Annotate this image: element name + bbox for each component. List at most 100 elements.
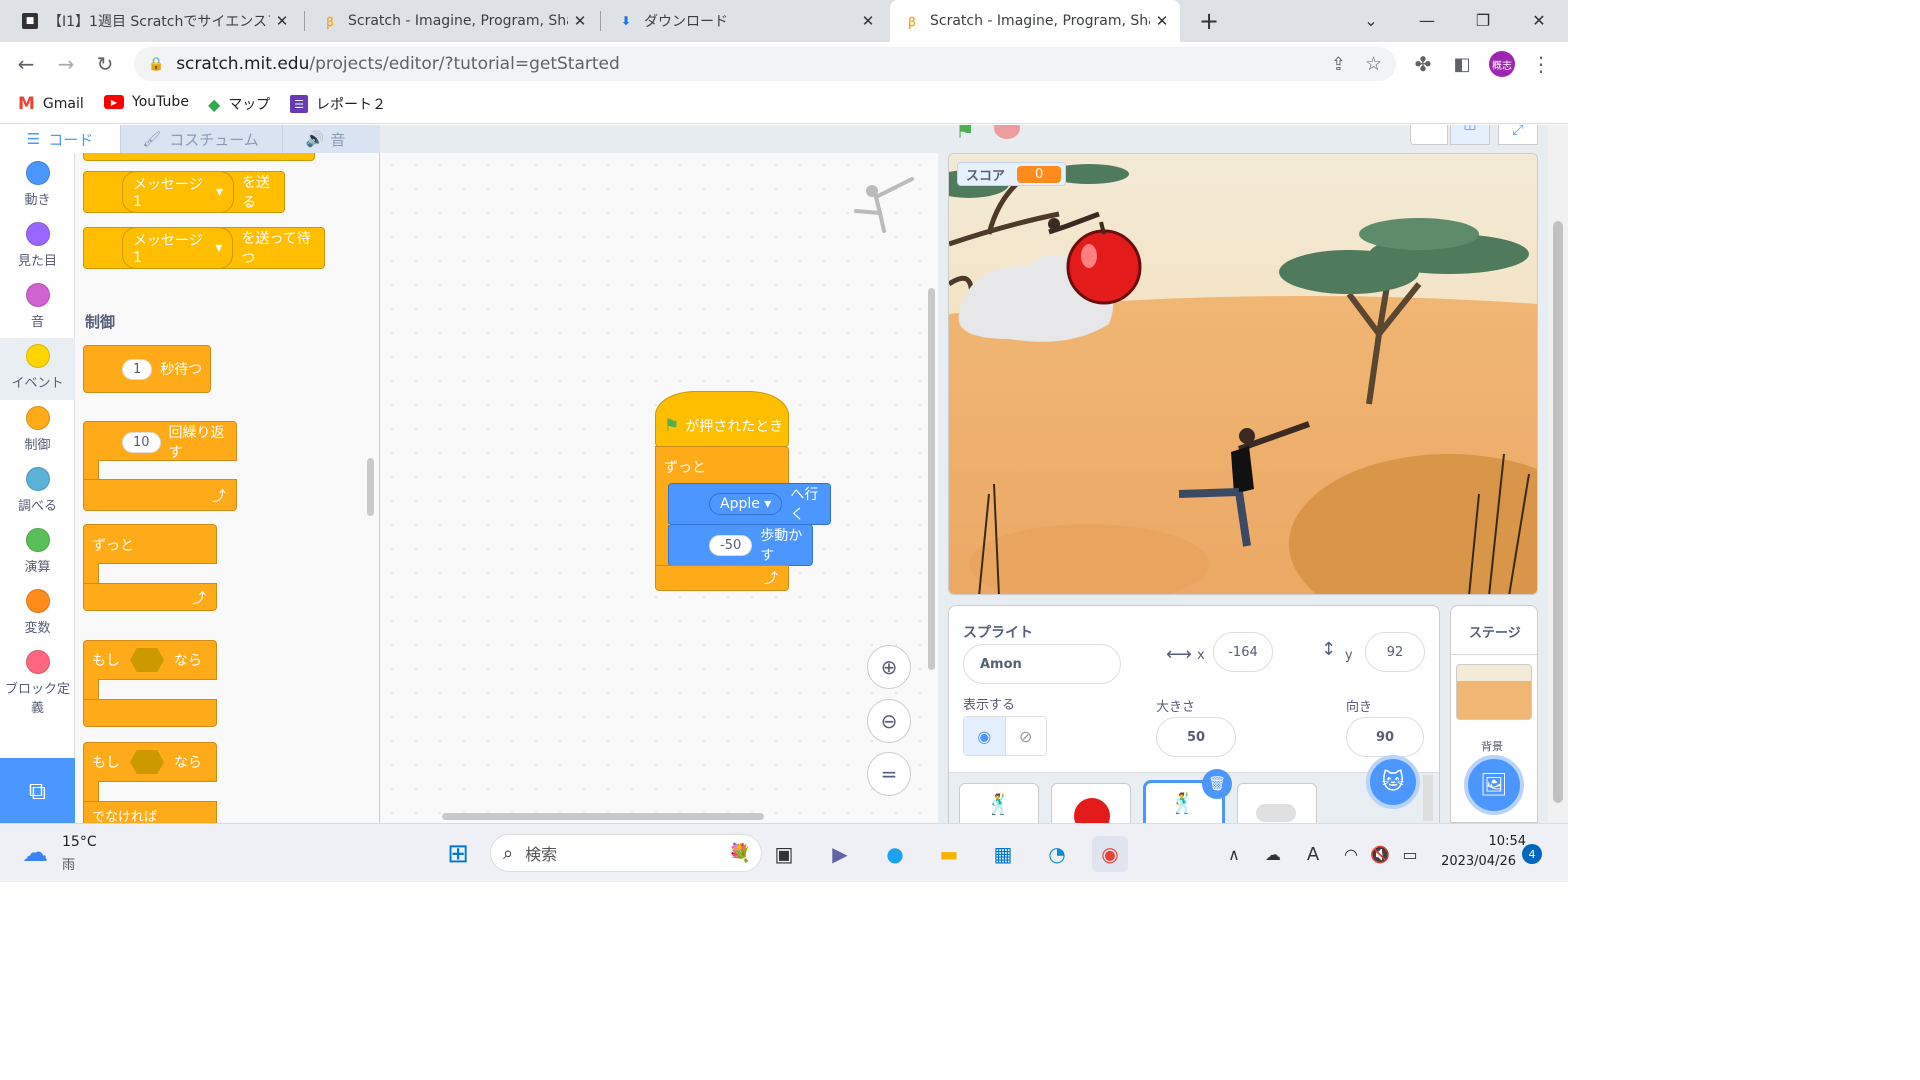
category-looks[interactable]: 見た目: [0, 222, 75, 269]
sprite-list-scrollbar[interactable]: [1423, 775, 1433, 821]
move-steps-input[interactable]: -50: [709, 534, 753, 556]
profile-avatar[interactable]: 概志: [1489, 51, 1515, 77]
tab-code[interactable]: ☰ コード: [0, 125, 120, 153]
file-explorer-icon[interactable]: ▬: [931, 836, 967, 872]
category-variables[interactable]: 変数: [0, 589, 75, 636]
score-monitor[interactable]: スコア 0: [957, 162, 1067, 186]
sprite-thumb-apple[interactable]: [1051, 783, 1131, 823]
close-tab-icon[interactable]: ✕: [568, 12, 592, 30]
x-position-input[interactable]: -164: [1213, 632, 1273, 672]
zoom-in-button[interactable]: ⊕: [867, 645, 911, 689]
bookmark-star-icon[interactable]: ☆: [1365, 53, 1382, 75]
browser-tab-2[interactable]: ꞵ Scratch - Imagine, Program, Shar ✕: [308, 0, 598, 42]
close-window-icon[interactable]: ✕: [1511, 0, 1567, 40]
add-extension-button[interactable]: ⧉: [0, 758, 75, 823]
wait-input[interactable]: 1: [122, 358, 153, 380]
small-stage-button[interactable]: [1410, 125, 1448, 145]
forward-icon[interactable]: →: [50, 48, 82, 80]
stop-button[interactable]: [994, 125, 1020, 139]
browser-tab-4-active[interactable]: ꞵ Scratch - Imagine, Program, Shar ✕: [890, 0, 1180, 42]
repeat-input[interactable]: 10: [122, 431, 161, 453]
block-repeat[interactable]: 10 回繰り返す: [83, 421, 237, 461]
large-stage-button[interactable]: ◫: [1450, 125, 1490, 145]
category-events[interactable]: イベント: [0, 338, 75, 400]
teams-icon[interactable]: ▶: [822, 836, 858, 872]
close-tab-icon[interactable]: ✕: [270, 12, 294, 30]
direction-input[interactable]: 90: [1346, 717, 1424, 757]
ms-store-icon[interactable]: ▦: [985, 836, 1021, 872]
weather-icon[interactable]: ☁: [22, 838, 48, 868]
goto-target-dropdown[interactable]: Apple ▾: [709, 493, 783, 515]
backdrop-thumbnail[interactable]: [1456, 664, 1532, 720]
stage-canvas[interactable]: スコア 0: [948, 153, 1538, 595]
tab-sounds[interactable]: 🔊 音: [282, 125, 368, 153]
reload-icon[interactable]: ↻: [89, 48, 121, 80]
tray-overflow-icon[interactable]: ∧: [1216, 836, 1252, 872]
ime-icon[interactable]: A: [1295, 836, 1331, 872]
address-bar[interactable]: 🔒 scratch.mit.edu/projects/editor/?tutor…: [134, 47, 1396, 81]
condition-slot[interactable]: [130, 648, 164, 672]
fullscreen-button[interactable]: ⤢: [1498, 125, 1538, 145]
script-workspace[interactable]: ⚑ が押されたとき ずっと Apple ▾ へ行く -50 歩動かす ⤴ ⊕ ⊖…: [380, 153, 938, 823]
chrome-icon[interactable]: ◉: [1092, 836, 1128, 872]
close-tab-icon[interactable]: ✕: [1150, 12, 1174, 30]
minimize-icon[interactable]: —: [1399, 0, 1455, 40]
block-broadcast[interactable]: メッセージ1 ▾ を送る: [83, 171, 285, 213]
new-tab-button[interactable]: +: [1193, 5, 1225, 37]
category-operators[interactable]: 演算: [0, 528, 75, 575]
restore-icon[interactable]: ❐: [1455, 0, 1511, 40]
size-input[interactable]: 50: [1156, 717, 1236, 757]
tab-costumes[interactable]: 🖌 コスチューム: [120, 125, 280, 153]
sprite-name-input[interactable]: Amon: [963, 644, 1121, 684]
taskbar-search[interactable]: ⌕ 検索 💐: [490, 834, 762, 872]
message-dropdown[interactable]: メッセージ1 ▾: [122, 227, 234, 269]
battery-icon[interactable]: ▭: [1392, 836, 1428, 872]
extensions-icon[interactable]: ✤: [1407, 48, 1439, 80]
bookmark-youtube[interactable]: ▶ YouTube: [104, 94, 189, 110]
zoom-reset-button[interactable]: =: [867, 752, 911, 796]
twitter-icon[interactable]: ●: [877, 836, 913, 872]
tab-search-icon[interactable]: ⌄: [1343, 0, 1399, 40]
bookmark-report[interactable]: ☰ レポート２: [290, 94, 386, 114]
onedrive-icon[interactable]: ☁: [1255, 836, 1291, 872]
workspace-h-scrollbar[interactable]: [442, 813, 764, 820]
condition-slot[interactable]: [130, 750, 164, 774]
block-goto-sprite[interactable]: Apple ▾ へ行く: [668, 483, 831, 525]
edge-icon[interactable]: ◔: [1039, 836, 1075, 872]
category-my-blocks[interactable]: ブロック定義: [0, 650, 75, 716]
sprite-thumb-amon-small[interactable]: 🕺: [959, 783, 1039, 823]
clock-date[interactable]: 2023/04/26: [1430, 854, 1516, 869]
add-sprite-button[interactable]: 🐱: [1366, 755, 1420, 809]
bookmark-gmail[interactable]: M Gmail: [18, 94, 84, 114]
category-sound[interactable]: 音: [0, 283, 75, 330]
zoom-out-button[interactable]: ⊖: [867, 699, 911, 743]
share-icon[interactable]: ⇪: [1331, 54, 1346, 75]
category-motion[interactable]: 動き: [0, 161, 75, 208]
block-broadcast-and-wait[interactable]: メッセージ1 ▾ を送って待つ: [83, 227, 325, 269]
start-menu-icon[interactable]: ⊞: [440, 836, 476, 872]
notification-badge[interactable]: 4: [1522, 844, 1542, 864]
category-sensing[interactable]: 調べる: [0, 467, 75, 514]
close-tab-icon[interactable]: ✕: [856, 12, 880, 30]
category-control[interactable]: 制御: [0, 406, 75, 453]
message-dropdown[interactable]: メッセージ1 ▾: [122, 171, 235, 213]
y-position-input[interactable]: 92: [1365, 632, 1425, 672]
palette-scrollbar[interactable]: [367, 458, 374, 516]
block-forever[interactable]: ずっと: [83, 524, 217, 564]
page-scrollbar[interactable]: [1548, 125, 1568, 823]
browser-tab-3[interactable]: ⬇ ダウンロード ✕: [604, 0, 886, 42]
green-flag-button[interactable]: ⚑: [955, 125, 981, 144]
hide-eye-icon[interactable]: ⊘: [1006, 717, 1047, 755]
block-forever-script[interactable]: ずっと: [655, 446, 789, 486]
show-eye-icon[interactable]: ◉: [964, 717, 1006, 755]
block-if[interactable]: もし なら: [83, 640, 217, 680]
palette-block-partial[interactable]: [83, 153, 315, 161]
task-view-icon[interactable]: ▣: [766, 836, 802, 872]
back-icon[interactable]: ←: [10, 48, 42, 80]
bookmark-maps[interactable]: ◆ マップ: [208, 94, 270, 114]
block-wait[interactable]: 1 秒待つ: [83, 345, 211, 393]
block-when-flag-clicked[interactable]: ⚑ が押されたとき: [655, 391, 789, 447]
add-backdrop-button[interactable]: 🖼: [1464, 755, 1524, 815]
clock-time[interactable]: 10:54: [1430, 834, 1526, 849]
block-move-steps[interactable]: -50 歩動かす: [668, 524, 813, 566]
